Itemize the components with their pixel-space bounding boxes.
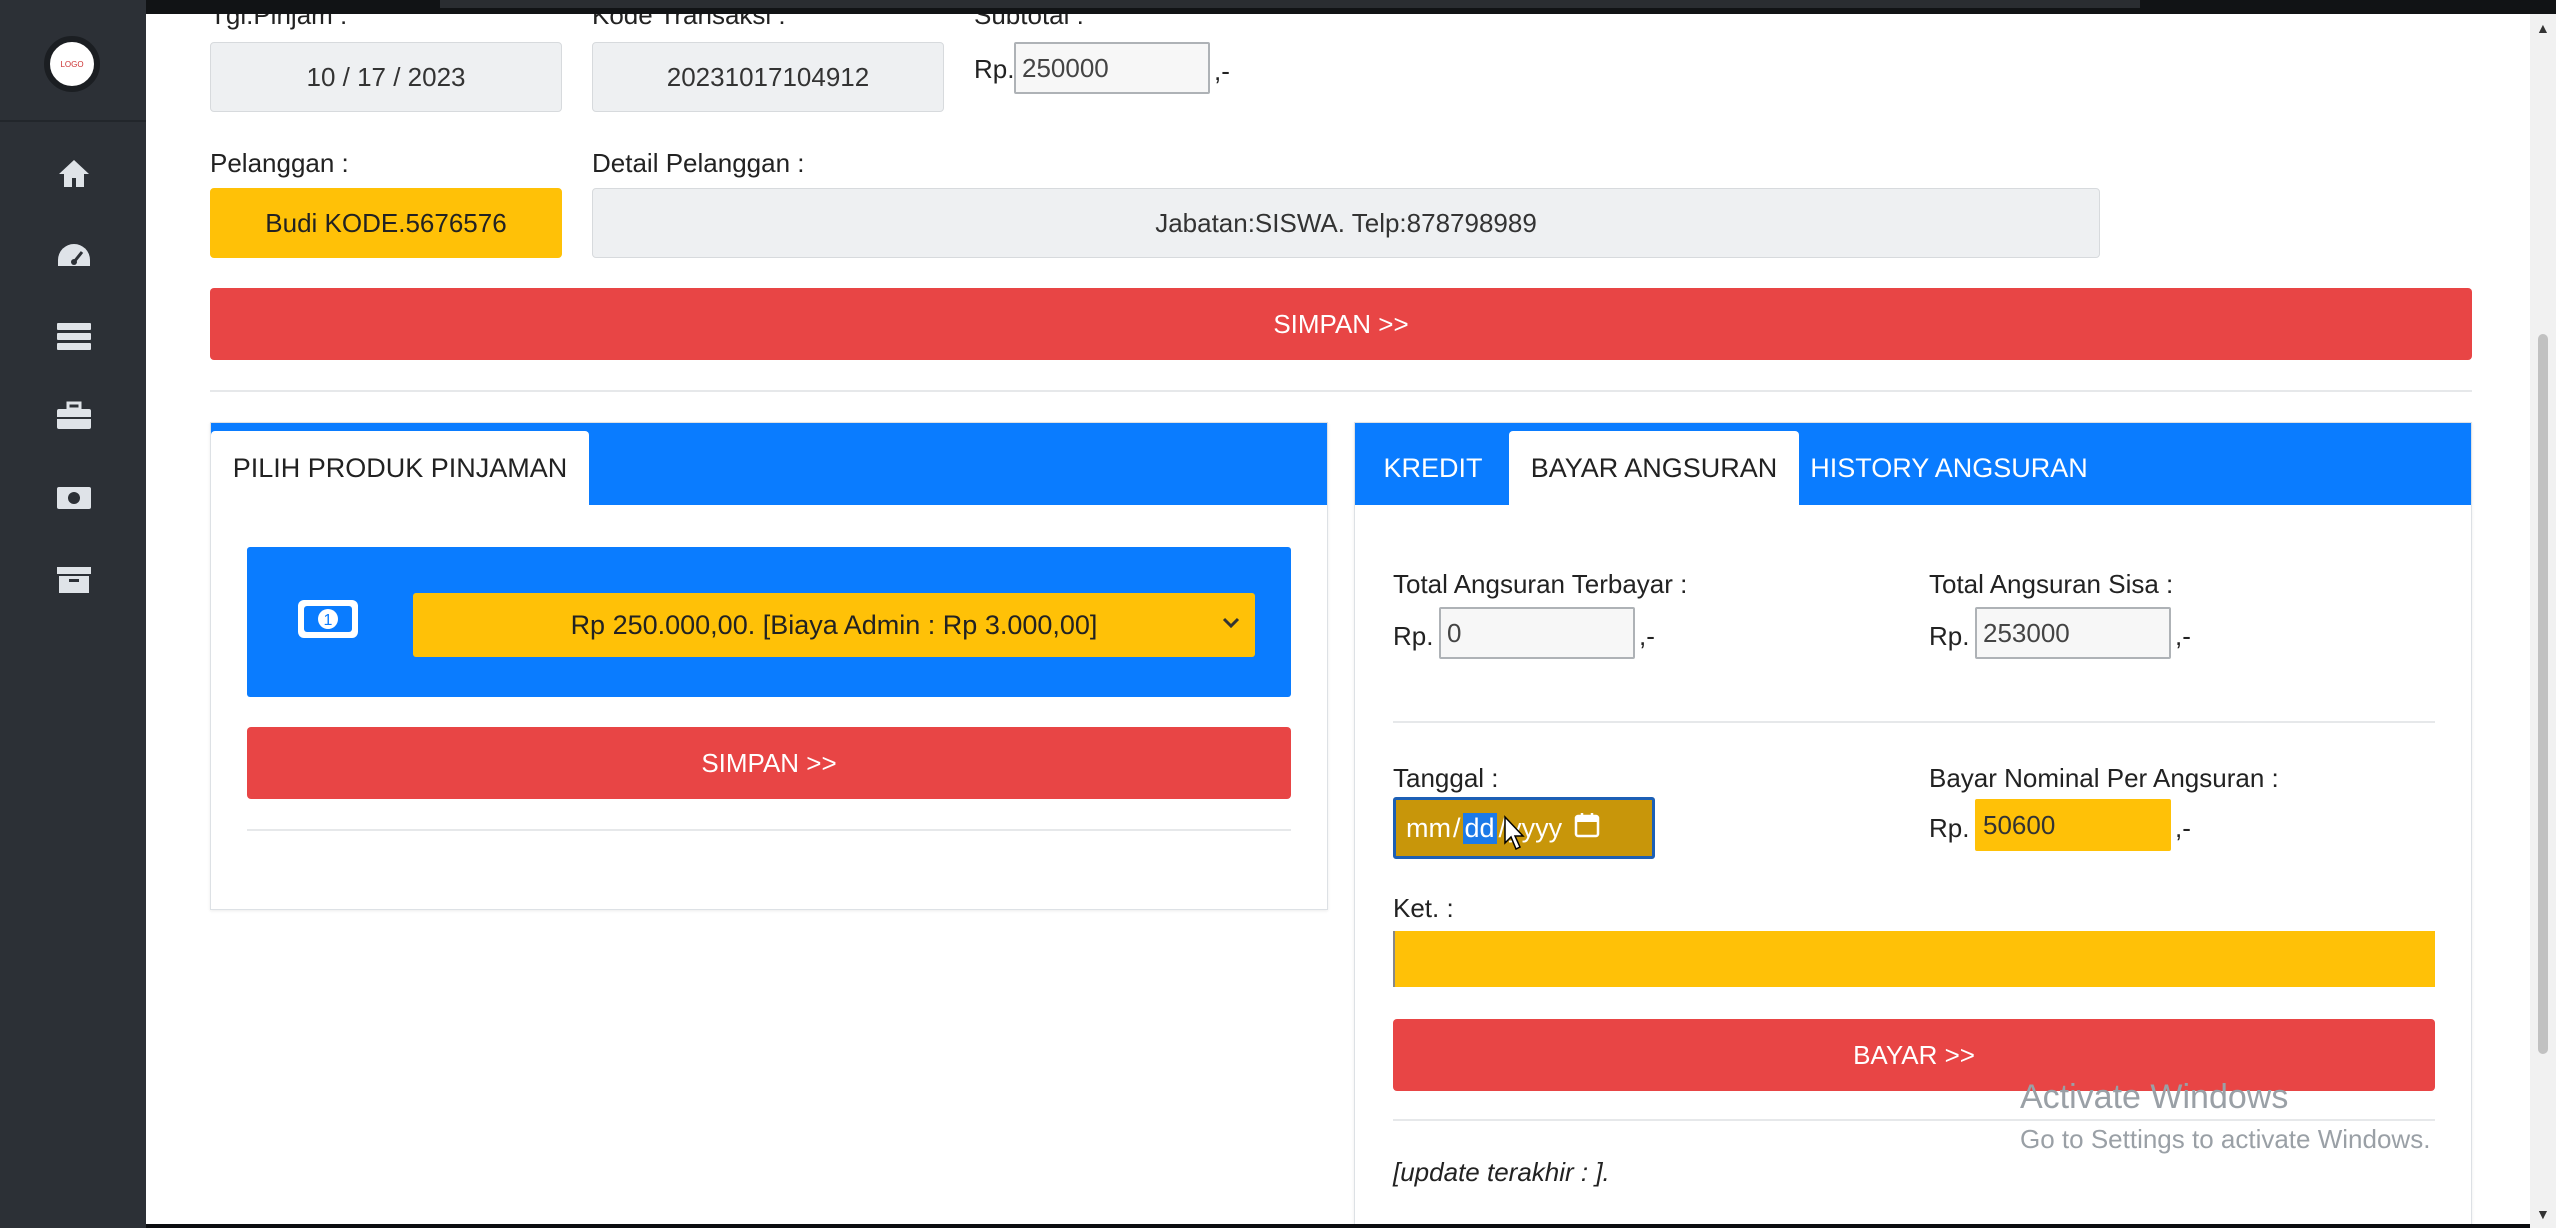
chevron-down-icon (1221, 609, 1241, 644)
scroll-down-icon[interactable]: ▼ (2536, 1206, 2550, 1222)
angsuran-divider-2 (1393, 1119, 2435, 1121)
date-day: dd (1462, 812, 1497, 844)
subtotal-label: Subtotal : (974, 14, 1084, 30)
date-month: mm (1406, 812, 1451, 843)
pelanggan-label: Pelanggan : (210, 148, 349, 178)
nominal-prefix: Rp. (1929, 813, 1970, 843)
section-divider (210, 390, 2472, 392)
sidebar: LOGO (0, 0, 146, 1228)
produk-card-divider (247, 829, 1291, 831)
sisa-prefix: Rp. (1929, 621, 1970, 651)
scrollbar-thumb[interactable] (2538, 334, 2548, 1054)
server-icon[interactable] (56, 318, 92, 354)
tab-kredit[interactable]: KREDIT (1355, 431, 1511, 505)
nominal-label: Bayar Nominal Per Angsuran : (1929, 763, 2279, 793)
angsuran-card: KREDIT BAYAR ANGSURAN HISTORY ANGSURAN T… (1354, 422, 2472, 1224)
nominal-suffix: ,- (2175, 813, 2191, 843)
terbayar-input[interactable]: 0 (1439, 607, 1635, 659)
svg-text:1: 1 (324, 612, 333, 629)
sidebar-divider (0, 120, 146, 122)
subtotal-suffix: ,- (1214, 56, 1230, 86)
terbayar-suffix: ,- (1639, 621, 1655, 651)
angsuran-card-header: KREDIT BAYAR ANGSURAN HISTORY ANGSURAN (1355, 423, 2471, 505)
ket-input[interactable] (1393, 931, 2435, 987)
window-top-bar (0, 0, 2556, 14)
terbayar-label: Total Angsuran Terbayar : (1393, 569, 1688, 599)
archive-icon[interactable] (56, 562, 92, 598)
kode-transaksi-label: Kode Transaksi : (592, 14, 786, 30)
subtotal-prefix: Rp. (974, 54, 1015, 84)
logo-text: LOGO (60, 59, 84, 69)
produk-select-panel: 1 Rp 250.000,00. [Biaya Admin : Rp 3.000… (247, 547, 1291, 697)
produk-card: PILIH PRODUK PINJAMAN 1 Rp 250.000,00. [… (210, 422, 1328, 910)
scroll-up-icon[interactable]: ▲ (2536, 20, 2550, 36)
date-sep-1: / (1452, 812, 1461, 843)
briefcase-icon[interactable] (56, 398, 92, 434)
produk-card-header: PILIH PRODUK PINJAMAN (211, 423, 1327, 505)
calendar-icon[interactable] (1574, 812, 1600, 845)
pelanggan-field[interactable]: Budi KODE.5676576 (210, 188, 562, 258)
tab-bayar-angsuran[interactable]: BAYAR ANGSURAN (1509, 431, 1799, 505)
detail-pelanggan-label: Detail Pelanggan : (592, 148, 805, 178)
main-content: Tgl.Pinjam : 10 / 17 / 2023 Kode Transak… (146, 14, 2530, 1224)
ket-label: Ket. : (1393, 893, 1454, 923)
money-bill-icon: 1 (297, 599, 359, 639)
activate-windows-title: Activate Windows (2020, 1078, 2289, 1116)
home-icon[interactable] (56, 156, 92, 192)
update-terakhir-text: [update terakhir : ]. (1393, 1157, 1610, 1187)
money-icon[interactable] (56, 480, 92, 516)
produk-select[interactable]: Rp 250.000,00. [Biaya Admin : Rp 3.000,0… (413, 593, 1255, 657)
mouse-cursor-icon (1503, 815, 1525, 853)
nominal-input[interactable]: 50600 (1975, 799, 2171, 851)
produk-simpan-button[interactable]: SIMPAN >> (247, 727, 1291, 799)
activate-windows-subtitle: Go to Settings to activate Windows. (2020, 1124, 2431, 1154)
tab-pilih-produk[interactable]: PILIH PRODUK PINJAMAN (211, 431, 589, 505)
produk-select-value: Rp 250.000,00. [Biaya Admin : Rp 3.000,0… (570, 609, 1098, 640)
sisa-label: Total Angsuran Sisa : (1929, 569, 2174, 599)
detail-pelanggan-field[interactable]: Jabatan:SISWA. Telp:878798989 (592, 188, 2100, 258)
angsuran-divider-1 (1393, 721, 2435, 723)
tanggal-label: Tanggal : (1393, 763, 1499, 793)
kode-transaksi-field[interactable]: 20231017104912 (592, 42, 944, 112)
simpan-button[interactable]: SIMPAN >> (210, 288, 2472, 360)
logo[interactable]: LOGO (44, 36, 100, 92)
dashboard-icon[interactable] (56, 238, 92, 274)
sisa-suffix: ,- (2175, 621, 2191, 651)
top-strip (440, 0, 2140, 8)
tab-history-angsuran[interactable]: HISTORY ANGSURAN (1799, 431, 2099, 505)
tgl-pinjam-field[interactable]: 10 / 17 / 2023 (210, 42, 562, 112)
subtotal-input[interactable]: 250000 (1014, 42, 1210, 94)
terbayar-prefix: Rp. (1393, 621, 1434, 651)
tgl-pinjam-label: Tgl.Pinjam : (210, 14, 348, 30)
sisa-input[interactable]: 253000 (1975, 607, 2171, 659)
page-scrollbar[interactable]: ▲ ▼ (2530, 14, 2556, 1228)
